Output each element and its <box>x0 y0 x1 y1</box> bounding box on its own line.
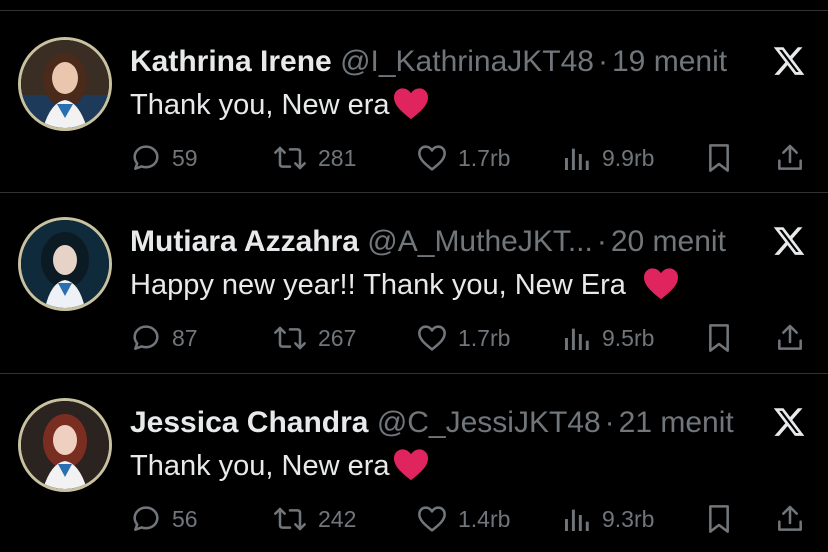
view-count: 9.9rb <box>602 144 655 171</box>
share-icon <box>778 505 802 531</box>
x-logo-icon <box>773 408 805 436</box>
separator: · <box>598 45 608 78</box>
share-button[interactable] <box>774 501 806 537</box>
reply-count: 87 <box>172 324 198 351</box>
like-icon <box>418 506 446 532</box>
views-button[interactable]: 9.5rb <box>562 320 654 356</box>
reply-button[interactable]: 56 <box>130 501 198 537</box>
view-count: 9.3rb <box>602 505 655 532</box>
view-count: 9.5rb <box>602 324 655 351</box>
repost-count: 242 <box>318 505 357 532</box>
tweet-text-content: Thank you, New era <box>130 89 390 121</box>
username[interactable]: @A_MutheJKT... <box>367 225 593 258</box>
tweet-text: Thank you, New era <box>130 85 430 125</box>
tweet-header: Jessica Chandra @C_JessiJKT48 · 21 menit <box>130 403 734 443</box>
timestamp[interactable]: 20 menit <box>611 225 726 258</box>
tweet-text-content: Thank you, New era <box>130 450 390 482</box>
x-logo-icon <box>773 47 805 75</box>
like-button[interactable]: 1.7rb <box>416 320 510 356</box>
views-icon <box>565 148 589 170</box>
reply-button[interactable]: 59 <box>130 140 198 176</box>
like-count: 1.7rb <box>458 144 511 171</box>
reply-icon <box>133 325 159 350</box>
display-name[interactable]: Kathrina Irene <box>130 45 332 78</box>
like-button[interactable]: 1.7rb <box>416 140 510 176</box>
share-icon <box>778 324 802 350</box>
repost-button[interactable]: 242 <box>272 501 356 537</box>
bookmark-button[interactable] <box>704 501 734 537</box>
avatar[interactable] <box>18 398 112 492</box>
reply-icon <box>133 506 159 531</box>
tweet-actions: 56 242 1.4rb 9.3rb <box>0 501 828 537</box>
tweet-actions: 87 267 1.7rb 9.5rb <box>0 320 828 356</box>
views-button[interactable]: 9.9rb <box>562 140 654 176</box>
repost-icon <box>274 146 306 170</box>
tweet-header: Mutiara Azzahra @A_MutheJKT... · 20 menit <box>130 222 726 262</box>
repost-button[interactable]: 281 <box>272 140 356 176</box>
share-button[interactable] <box>774 140 806 176</box>
bookmark-button[interactable] <box>704 140 734 176</box>
timestamp[interactable]: 19 menit <box>612 45 727 78</box>
heart-emoji <box>393 449 428 481</box>
share-icon <box>778 144 802 170</box>
username[interactable]: @C_JessiJKT48 <box>377 406 601 439</box>
username[interactable]: @I_KathrinaJKT48 <box>340 45 594 78</box>
bookmark-icon <box>709 324 729 352</box>
reply-button[interactable]: 87 <box>130 320 198 356</box>
tweet-text: Thank you, New era <box>130 446 430 486</box>
like-button[interactable]: 1.4rb <box>416 501 510 537</box>
tweet[interactable]: Jessica Chandra @C_JessiJKT48 · 21 menit T… <box>0 371 828 551</box>
bookmark-button[interactable] <box>704 320 734 356</box>
timestamp[interactable]: 21 menit <box>619 406 734 439</box>
views-button[interactable]: 9.3rb <box>562 501 654 537</box>
avatar[interactable] <box>18 217 112 311</box>
repost-count: 267 <box>318 324 357 351</box>
share-button[interactable] <box>774 320 806 356</box>
reply-count: 56 <box>172 505 198 532</box>
reply-icon <box>133 145 159 170</box>
separator: · <box>596 225 607 258</box>
repost-count: 281 <box>318 144 357 171</box>
tweet-header: Kathrina Irene @I_KathrinaJKT48 · 19 menit <box>130 42 727 82</box>
repost-button[interactable]: 267 <box>272 320 356 356</box>
heart-emoji <box>644 268 678 300</box>
tweet-text: Happy new year!! Thank you, New Era <box>130 265 680 305</box>
display-name[interactable]: Jessica Chandra <box>130 406 368 439</box>
tweet-text-content: Happy new year!! Thank you, New Era <box>130 269 626 301</box>
display-name[interactable]: Mutiara Azzahra <box>130 225 359 258</box>
tweet-actions: 59 281 1.7rb 9.9rb <box>0 140 828 176</box>
separator: · <box>604 406 615 439</box>
tweet[interactable]: Kathrina Irene @I_KathrinaJKT48 · 19 menit… <box>0 10 828 190</box>
repost-icon <box>274 507 306 531</box>
like-icon <box>418 145 446 171</box>
reply-count: 59 <box>172 144 198 171</box>
bookmark-icon <box>709 505 729 533</box>
views-icon <box>565 509 589 531</box>
heart-emoji <box>393 88 428 120</box>
tweet[interactable]: Mutiara Azzahra @A_MutheJKT... · 20 menit … <box>0 190 828 370</box>
like-icon <box>418 325 446 351</box>
bookmark-icon <box>709 144 729 172</box>
like-count: 1.4rb <box>458 505 511 532</box>
repost-icon <box>274 326 306 350</box>
avatar[interactable] <box>18 37 112 131</box>
like-count: 1.7rb <box>458 324 511 351</box>
views-icon <box>565 328 589 350</box>
x-logo-icon <box>773 227 805 255</box>
